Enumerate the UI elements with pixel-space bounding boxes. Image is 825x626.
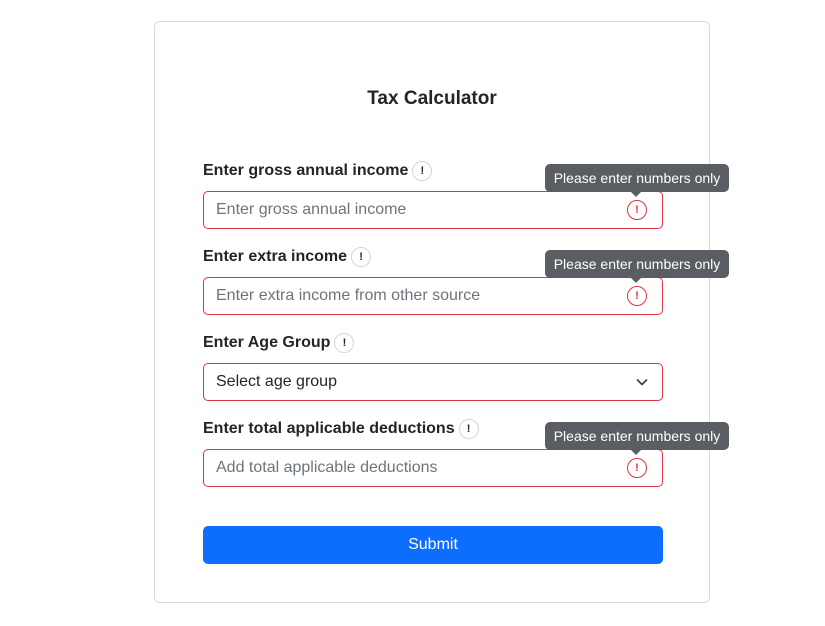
extra-income-field[interactable]: ! xyxy=(203,277,663,315)
extra-income-info-icon[interactable]: ! xyxy=(351,247,372,267)
gross-income-label: Enter gross annual income ! xyxy=(203,159,433,183)
gross-income-field[interactable]: ! xyxy=(203,191,663,229)
extra-income-label: Enter extra income ! xyxy=(203,245,372,269)
page-title: Tax Calculator xyxy=(367,88,497,109)
extra-income-error-icon[interactable]: ! xyxy=(627,286,647,306)
deductions-error-icon[interactable]: ! xyxy=(627,458,647,478)
extra-income-label-text: Enter extra income xyxy=(203,248,348,265)
age-group-select[interactable]: Select age group xyxy=(203,363,663,401)
gross-income-info-icon[interactable]: ! xyxy=(412,161,433,181)
deductions-input[interactable] xyxy=(204,450,662,486)
deductions-label-text: Enter total applicable deductions xyxy=(203,420,455,437)
tax-calculator-card: Tax Calculator Enter gross annual income… xyxy=(154,21,729,603)
age-group-info-icon[interactable]: ! xyxy=(334,333,355,353)
gross-income-tooltip: Please enter numbers only xyxy=(545,164,729,197)
submit-button[interactable]: Submit xyxy=(203,526,663,564)
age-group-label: Enter Age Group ! xyxy=(203,331,355,355)
gross-income-input[interactable] xyxy=(204,192,662,228)
gross-income-error-icon[interactable]: ! xyxy=(627,200,647,220)
deductions-info-icon[interactable]: ! xyxy=(458,419,479,439)
chevron-down-icon xyxy=(636,379,648,386)
deductions-label: Enter total applicable deductions ! xyxy=(203,417,479,441)
gross-income-label-text: Enter gross annual income xyxy=(203,162,409,179)
extra-income-tooltip: Please enter numbers only xyxy=(545,250,729,283)
extra-income-input[interactable] xyxy=(204,278,662,314)
deductions-tooltip: Please enter numbers only xyxy=(545,422,729,455)
age-group-label-text: Enter Age Group xyxy=(203,334,331,351)
age-group-selected-value: Select age group xyxy=(216,373,337,390)
deductions-field[interactable]: ! xyxy=(203,449,663,487)
